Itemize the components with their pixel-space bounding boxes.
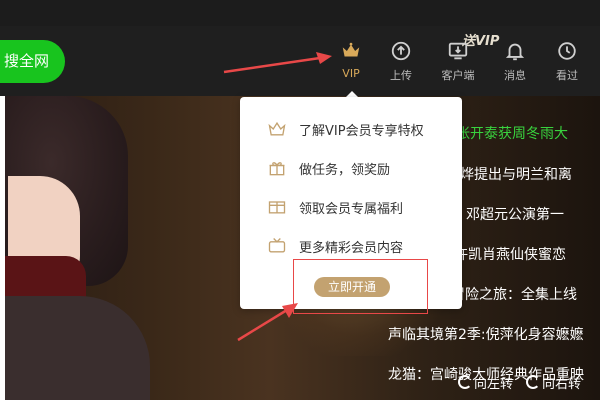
news-item[interactable]: 烨提出与明兰和离 [460,164,572,184]
nav-upload[interactable]: 上传 [376,40,426,83]
news-item[interactable]: 许凯肖燕仙侠蜜恋 [454,244,566,264]
rotate-left-icon [458,375,472,389]
vip-menu-item-label: 了解VIP会员专享特权 [299,123,424,139]
rotate-right-label: 向右转 [542,376,582,392]
upload-icon [391,41,411,61]
crown-outline-icon [268,121,286,136]
vip-menu-item-benefits[interactable]: 领取会员专属福利 [267,195,403,219]
nav-history-label: 看过 [556,69,578,82]
vip-menu-item-tasks[interactable]: 做任务，领奖励 [267,156,390,180]
annotation-highlight-box [293,259,428,314]
news-item[interactable]: 声临其境第2季:倪萍化身容嬷嬷 [388,324,584,344]
nav-upload-label: 上传 [390,69,412,82]
rotate-left-button[interactable]: 向左转 [458,370,513,394]
rotate-right-button[interactable]: 向右转 [526,370,581,394]
vip-menu-item-more[interactable]: 更多精彩会员内容 [267,234,403,258]
nav-client-label: 客户端 [441,69,475,82]
vip-menu-item-privileges[interactable]: 了解VIP会员专享特权 [267,117,424,141]
download-client-icon [448,42,468,60]
news-item[interactable]: 邓超元公演第一 [466,204,564,224]
nav-client[interactable]: 客户端 [433,40,483,83]
vip-menu-item-label: 领取会员专属福利 [299,201,404,217]
coupon-icon [268,201,286,214]
tv-icon [268,238,286,253]
window-edge [0,96,5,400]
rotate-right-icon [526,375,540,389]
vip-menu-item-label: 做任务，领奖励 [299,162,391,178]
history-icon [558,42,576,60]
rotate-left-label: 向左转 [474,376,514,392]
nav-history[interactable]: 看过 [542,40,592,83]
vip-menu-item-label: 更多精彩会员内容 [299,240,404,256]
news-item[interactable]: 张开泰获周冬雨大 [456,123,568,143]
crown-icon [342,42,360,57]
annotation-arrow-icon [237,303,298,342]
annotation-arrow-icon [223,52,332,74]
bell-icon [505,43,525,61]
news-item[interactable]: 冒险之旅：全集上线 [451,284,577,304]
search-all-button[interactable]: 搜全网 [0,40,65,83]
banner-person-coat [0,296,150,400]
gift-icon [269,162,285,176]
nav-messages[interactable]: 消息 [490,40,540,83]
nav-messages-label: 消息 [504,69,526,82]
